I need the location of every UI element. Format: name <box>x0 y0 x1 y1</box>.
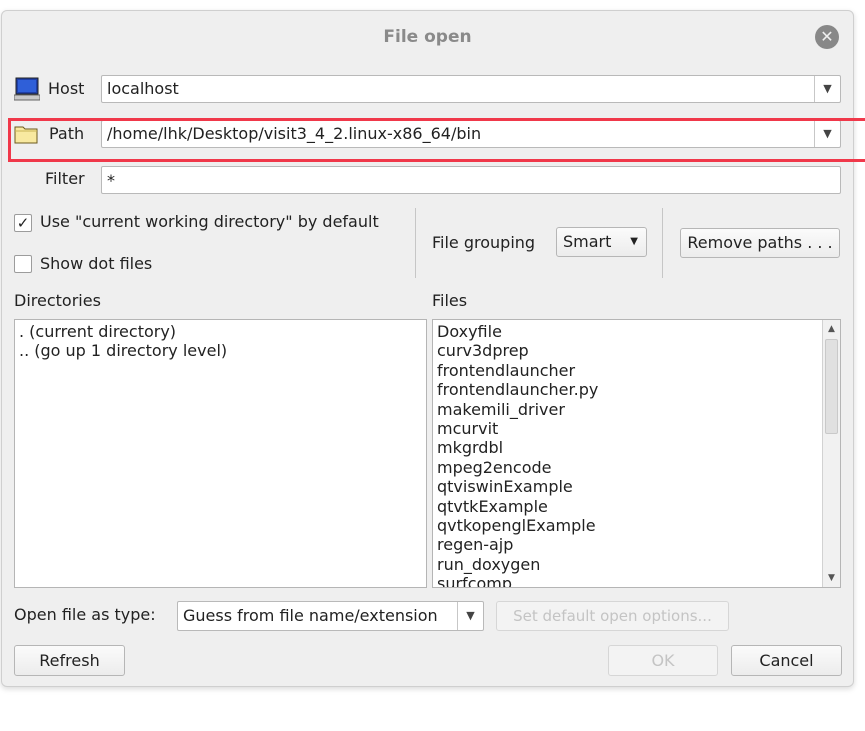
close-icon: ✕ <box>820 27 834 46</box>
list-item[interactable]: qvtkopenglExample <box>433 516 840 535</box>
file-grouping-value: Smart <box>563 232 612 251</box>
host-label: Host <box>48 79 85 98</box>
list-item[interactable]: mcurvit <box>433 419 840 438</box>
check-icon: ✓ <box>16 214 30 232</box>
directories-header: Directories <box>14 291 101 310</box>
list-item[interactable]: frontendlauncher.py <box>433 380 840 399</box>
filter-label: Filter <box>45 169 85 188</box>
chevron-down-icon[interactable]: ▼ <box>814 76 840 102</box>
set-default-open-options-button[interactable]: Set default open options... <box>496 601 729 631</box>
list-item[interactable]: run_doxygen <box>433 555 840 574</box>
list-item[interactable]: qtvtkExample <box>433 497 840 516</box>
files-header: Files <box>432 291 468 310</box>
files-list[interactable]: Doxyfile curv3dprep frontendlauncher fro… <box>432 319 841 588</box>
open-as-type-label: Open file as type: <box>14 605 156 624</box>
files-scrollbar[interactable]: ▲ ▼ <box>822 320 840 587</box>
list-item[interactable]: curv3dprep <box>433 341 840 360</box>
refresh-button[interactable]: Refresh <box>14 645 125 676</box>
use-cwd-label: Use "current working directory" by defau… <box>40 212 379 231</box>
separator <box>662 208 663 278</box>
file-grouping-dropdown[interactable]: Smart ▼ <box>556 227 647 257</box>
filter-input[interactable]: * <box>101 166 841 194</box>
list-item[interactable]: mkgrdbl <box>433 438 840 457</box>
list-item[interactable]: surfcomp <box>433 574 840 587</box>
cancel-button[interactable]: Cancel <box>731 645 842 676</box>
file-grouping-label: File grouping <box>432 233 536 252</box>
path-highlight-box <box>8 118 865 162</box>
use-cwd-checkbox[interactable]: ✓ <box>14 214 32 232</box>
separator <box>415 208 416 278</box>
list-item[interactable]: qtviswinExample <box>433 477 840 496</box>
list-item[interactable]: . (current directory) <box>15 322 426 341</box>
open-as-type-combobox[interactable]: Guess from file name/extension ▼ <box>177 601 484 631</box>
host-value: localhost <box>107 79 179 98</box>
chevron-down-icon[interactable]: ▼ <box>457 602 483 630</box>
remove-paths-button[interactable]: Remove paths . . . <box>680 228 840 258</box>
filter-value: * <box>107 171 115 190</box>
host-combobox[interactable]: localhost ▼ <box>101 75 841 103</box>
list-item[interactable]: .. (go up 1 directory level) <box>15 341 426 360</box>
directories-list[interactable]: . (current directory) .. (go up 1 direct… <box>14 319 427 588</box>
list-item[interactable]: mpeg2encode <box>433 458 840 477</box>
file-open-dialog: File open ✕ Host localhost ▼ Path /home/… <box>1 10 854 687</box>
scroll-up-icon[interactable]: ▲ <box>823 320 840 338</box>
show-dot-files-label: Show dot files <box>40 254 153 273</box>
list-item[interactable]: makemili_driver <box>433 400 840 419</box>
scroll-down-icon[interactable]: ▼ <box>823 569 840 587</box>
close-button[interactable]: ✕ <box>815 25 839 49</box>
dialog-title: File open <box>383 27 472 47</box>
scroll-thumb[interactable] <box>825 339 838 434</box>
list-item[interactable]: regen-ajp <box>433 535 840 554</box>
monitor-icon <box>14 77 40 101</box>
list-item[interactable]: Doxyfile <box>433 322 840 341</box>
chevron-down-icon: ▼ <box>630 236 638 247</box>
open-as-type-value: Guess from file name/extension <box>183 606 438 625</box>
show-dot-files-checkbox[interactable] <box>14 255 32 273</box>
list-item[interactable]: frontendlauncher <box>433 361 840 380</box>
ok-button[interactable]: OK <box>608 645 718 676</box>
